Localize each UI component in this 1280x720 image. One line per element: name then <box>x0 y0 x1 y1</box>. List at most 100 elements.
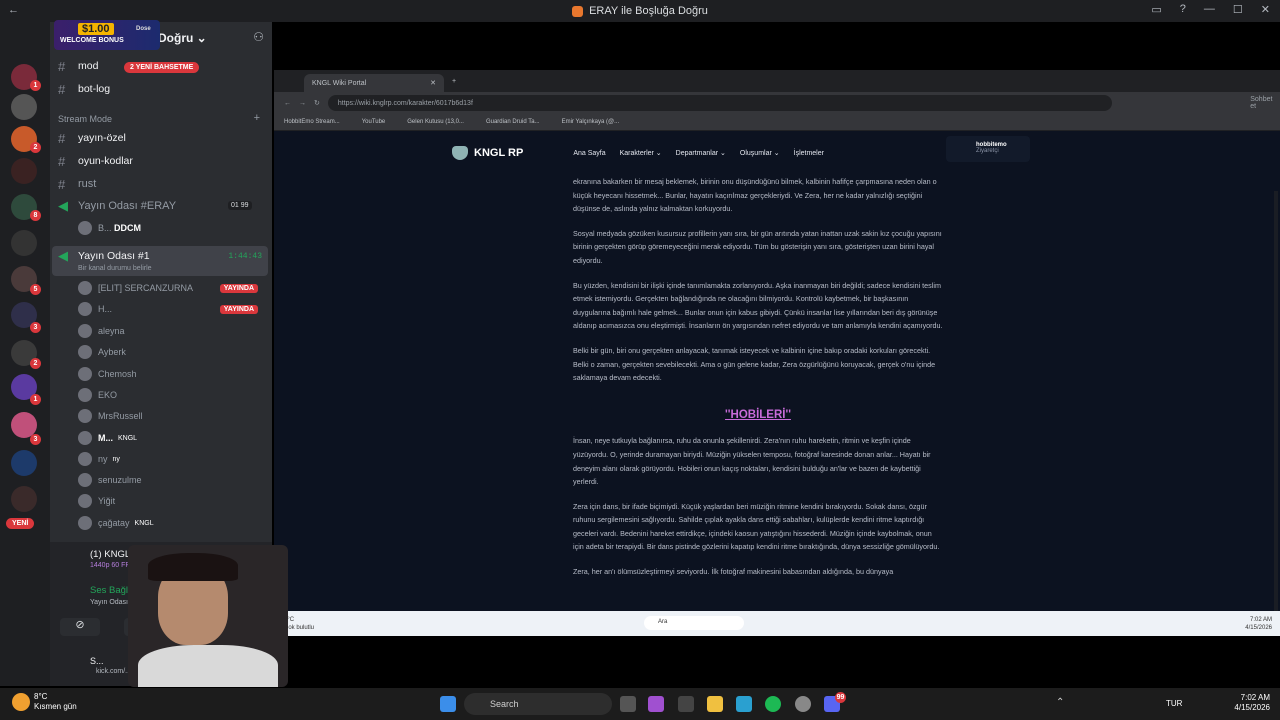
server-badge: 3 <box>30 434 41 445</box>
inbox-icon[interactable]: ▭ <box>1151 3 1161 16</box>
bookmark[interactable]: Gelen Kutusu (13,0... <box>407 119 464 125</box>
site-user-menu[interactable]: hobbitemo Ziyaretçi <box>946 136 1030 162</box>
paragraph: Zera için dans, bir ifade biçimiydi. Küç… <box>573 501 940 552</box>
taskbar-search[interactable]: Search <box>464 693 612 715</box>
promo-amount: $1.00 <box>78 23 114 35</box>
voice-member[interactable]: aleyna <box>78 321 268 341</box>
help-icon[interactable]: ? <box>1180 3 1186 16</box>
mention-badge[interactable]: 2 YENİ BAHSETME <box>124 62 200 73</box>
reload-icon[interactable]: ↻ <box>314 99 320 107</box>
back-icon[interactable]: ← <box>284 100 291 107</box>
windows-start-icon[interactable] <box>440 696 456 712</box>
nav-home[interactable]: Ana Sayfa <box>573 150 605 157</box>
voice-count: 01 99 <box>228 201 252 210</box>
site-nav: KNGL RP Ana Sayfa Karakterler ⌄ Departma… <box>452 141 1030 165</box>
nav-departments[interactable]: Departmanlar ⌄ <box>676 149 726 157</box>
channel-rust[interactable]: # rust <box>58 174 268 194</box>
back-arrow-icon[interactable]: ← <box>8 4 19 16</box>
voice-member[interactable]: senuzulme <box>78 470 268 490</box>
browser-tab[interactable]: KNGL Wiki Portal ✕ <box>304 74 444 92</box>
edge-icon[interactable] <box>736 696 752 712</box>
voice-member[interactable]: EKO <box>78 385 268 405</box>
hash-icon: # <box>58 176 66 192</box>
add-channel-icon[interactable]: + <box>254 112 260 124</box>
hash-icon: # <box>58 81 66 97</box>
voice-member[interactable]: Ayberk <box>78 342 268 362</box>
chat-button[interactable]: Sohbet et <box>1250 96 1280 110</box>
forward-icon[interactable]: → <box>299 100 306 107</box>
promo-brand: Dose <box>136 26 151 32</box>
bookmark[interactable]: HobbitEmo Stream... <box>284 119 340 125</box>
voice-member[interactable]: Chemosh <box>78 364 268 384</box>
app-icon[interactable] <box>678 696 694 712</box>
app-icon[interactable] <box>648 696 664 712</box>
nav-businesses[interactable]: İşletmeler <box>794 150 824 157</box>
voice-channel-selected[interactable]: ◀ Yayın Odası #1 1:44:43 Bir kanal durumu… <box>52 246 268 276</box>
file-explorer-icon[interactable] <box>707 696 723 712</box>
server-icon[interactable] <box>11 230 37 256</box>
server-icon[interactable] <box>11 158 37 184</box>
server-icon[interactable] <box>11 450 37 476</box>
server-badge: 1 <box>30 394 41 405</box>
voice-timer: 1:44:43 <box>228 252 262 261</box>
server-badge: 8 <box>30 210 41 221</box>
server-badge: 3 <box>30 322 41 333</box>
hash-icon: # <box>58 153 66 169</box>
voice-member[interactable]: M... KNGL <box>78 428 268 448</box>
close-button[interactable]: ✕ <box>1261 3 1270 16</box>
voice-member[interactable]: çağatay KNGL <box>78 513 268 533</box>
voice-status[interactable]: Bir kanal durumu belirle <box>78 265 152 272</box>
bookmark[interactable]: Guardian Druid Ta... <box>486 119 540 125</box>
voice-member[interactable]: Yiğit <box>78 491 268 511</box>
mute-icon[interactable]: ⊘ <box>60 618 100 636</box>
address-bar[interactable]: https://wiki.knglrp.com/karakter/6017b6d… <box>327 95 1113 111</box>
category-stream-mode[interactable]: Stream Mode <box>58 114 112 124</box>
spotify-icon[interactable] <box>765 696 781 712</box>
channel-bot-log[interactable]: # bot-log <box>58 79 268 99</box>
inner-weather: 8°C Çok bulutlu <box>284 617 315 631</box>
maximize-button[interactable]: ☐ <box>1233 3 1243 16</box>
voice-member[interactable]: MrsRussell <box>78 406 268 426</box>
voice-member[interactable]: [ELIT] SERCANZURNA YAYINDA <box>78 278 268 298</box>
new-badge[interactable]: YENİ <box>6 518 35 529</box>
minimize-button[interactable]: — <box>1204 3 1215 16</box>
paragraph: ekranına bakarken bir mesaj beklemek, bi… <box>573 177 937 214</box>
voice-member[interactable]: ny ny <box>78 449 268 469</box>
server-icon[interactable] <box>11 94 37 120</box>
window-titlebar: ← ERAY ile Boşluğa Doğru ▭ ? — ☐ ✕ <box>0 0 1280 22</box>
server-badge: 1 <box>30 80 41 91</box>
voice-member[interactable]: H... YAYINDA <box>78 299 268 319</box>
avatar <box>78 324 92 338</box>
close-tab-icon[interactable]: ✕ <box>430 79 436 87</box>
windows-taskbar: 8°C Kısmen gün Search 99 ⌃ TUR 7:02 AM 4/1… <box>0 688 1280 720</box>
promo-banner[interactable]: $1.00 WELCOME BONUS Dose <box>54 20 160 50</box>
nav-organizations[interactable]: Oluşumlar ⌄ <box>740 149 780 157</box>
voice-member[interactable]: B... DDCM <box>78 218 268 238</box>
weather-widget[interactable]: 8°C Kısmen gün <box>34 692 77 712</box>
task-view-icon[interactable] <box>620 696 636 712</box>
avatar <box>78 281 92 295</box>
new-tab-icon[interactable]: + <box>452 78 456 85</box>
clock[interactable]: 7:02 AM 4/15/2026 <box>1230 693 1270 713</box>
webcam-overlay <box>128 545 288 687</box>
channel-yayin-ozel[interactable]: # yayın-özel <box>58 128 268 148</box>
live-badge: YAYINDA <box>219 304 258 314</box>
language-indicator[interactable]: TUR <box>1166 699 1182 708</box>
app-icon[interactable] <box>795 696 811 712</box>
hash-icon: # <box>58 130 66 146</box>
channel-oyun-kodlar[interactable]: # oyun-kodlar <box>58 151 268 171</box>
scrollbar[interactable] <box>1274 191 1278 611</box>
bookmark[interactable]: Emir Yalçınkaya (@... <box>562 119 620 125</box>
add-member-icon[interactable]: ⚇ <box>253 30 264 44</box>
paragraph: Sosyal medyada gözüken kusursuz profille… <box>573 228 942 265</box>
live-badge: YAYINDA <box>219 283 258 293</box>
logo-icon <box>452 146 468 160</box>
user-name: S... <box>90 656 104 666</box>
site-logo[interactable]: KNGL RP <box>452 146 523 160</box>
avatar <box>78 302 92 316</box>
server-icon[interactable] <box>11 486 37 512</box>
bookmark[interactable]: YouTube <box>362 119 386 125</box>
nav-characters[interactable]: Karakterler ⌄ <box>620 149 662 157</box>
section-heading: ''HOBİLERİ'' <box>725 408 791 421</box>
tray-chevron-icon[interactable]: ⌃ <box>1056 697 1064 708</box>
